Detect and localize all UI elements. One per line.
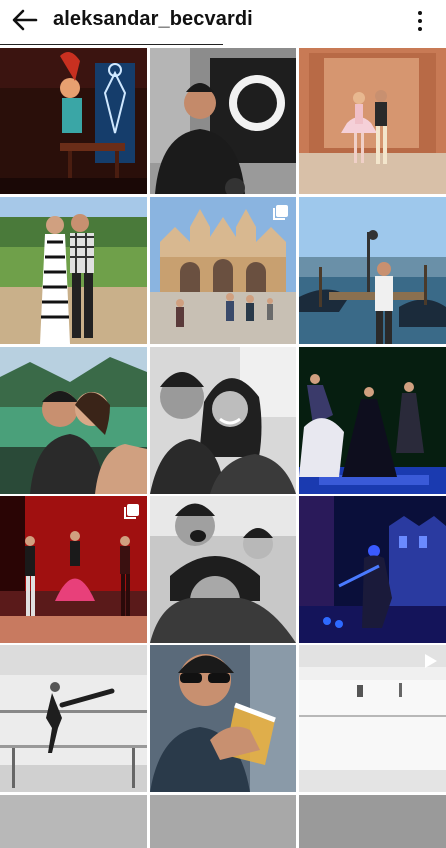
post-thumbnail[interactable] — [150, 496, 296, 643]
post-thumbnail[interactable] — [299, 347, 446, 494]
post-image — [0, 48, 147, 194]
post-image — [0, 645, 147, 792]
back-arrow-icon[interactable] — [10, 6, 40, 34]
post-image — [299, 48, 446, 194]
post-thumbnail[interactable] — [299, 645, 446, 792]
post-image — [299, 347, 446, 494]
profile-header: aleksandar_becvardi — [0, 0, 446, 40]
post-thumbnail[interactable] — [150, 795, 296, 848]
post-thumbnail[interactable] — [150, 197, 296, 344]
post-thumbnail[interactable] — [0, 347, 147, 494]
post-image — [150, 645, 296, 792]
post-thumbnail[interactable] — [299, 197, 446, 344]
post-thumbnail[interactable] — [150, 645, 296, 792]
post-image — [0, 347, 147, 494]
post-thumbnail[interactable] — [0, 645, 147, 792]
grid-tab-indicator — [0, 44, 223, 45]
post-thumbnail[interactable] — [0, 496, 147, 643]
post-thumbnail[interactable] — [0, 48, 147, 194]
profile-username: aleksandar_becvardi — [53, 8, 253, 30]
post-image — [150, 496, 296, 643]
multiple-photos-icon — [273, 205, 288, 220]
post-image — [150, 347, 296, 494]
post-image — [150, 48, 296, 194]
post-thumbnail[interactable] — [0, 197, 147, 344]
post-thumbnail[interactable] — [299, 795, 446, 848]
post-image — [299, 496, 446, 643]
more-vertical-icon[interactable] — [412, 8, 428, 34]
post-thumbnail[interactable] — [0, 795, 147, 848]
multiple-photos-icon — [124, 504, 139, 519]
post-thumbnail[interactable] — [150, 48, 296, 194]
post-grid — [0, 48, 446, 848]
post-image — [299, 197, 446, 344]
video-icon — [425, 654, 437, 668]
post-thumbnail[interactable] — [299, 48, 446, 194]
post-image — [0, 197, 147, 344]
post-thumbnail[interactable] — [299, 496, 446, 643]
post-thumbnail[interactable] — [150, 347, 296, 494]
